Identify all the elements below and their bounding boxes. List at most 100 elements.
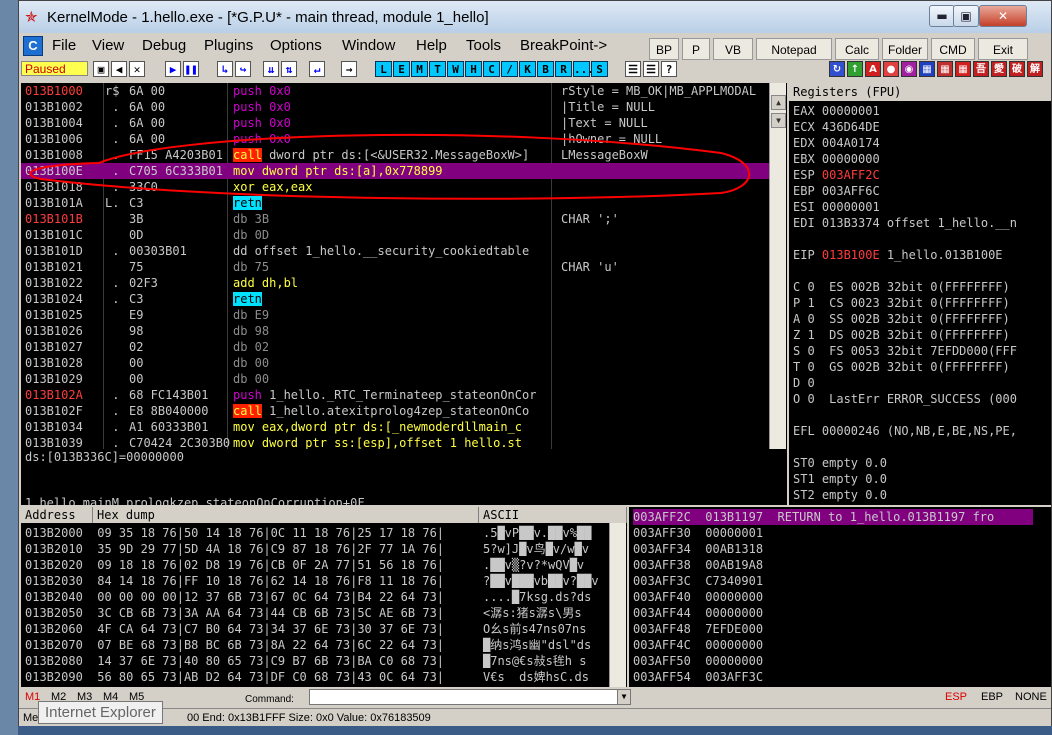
menu-tools[interactable]: Tools bbox=[466, 37, 501, 54]
register-line[interactable]: D 0 bbox=[793, 375, 815, 391]
dump-address-header[interactable]: Address bbox=[21, 507, 93, 523]
plugin-icon[interactable]: ↑ bbox=[847, 61, 863, 77]
register-line[interactable]: A 0 SS 002B 32bit 0(FFFFFFFF) bbox=[793, 311, 1010, 327]
menu-plugins[interactable]: Plugins bbox=[204, 37, 253, 54]
table-icon[interactable]: ▦ bbox=[955, 61, 971, 77]
register-line[interactable]: S 0 FS 0053 32bit 7EFDD000(FFF bbox=[793, 343, 1017, 359]
char-icon-3[interactable]: 破 bbox=[1009, 61, 1025, 77]
record-icon[interactable]: ● bbox=[883, 61, 899, 77]
scroll-up-icon[interactable]: ▲ bbox=[771, 95, 786, 110]
run-icon[interactable]: ▶ bbox=[165, 61, 181, 77]
dump-row[interactable]: 013B2030 84 14 18 76|FF 10 18 76|62 14 1… bbox=[25, 573, 444, 589]
register-line[interactable]: EFL 00000246 (NO,NB,E,BE,NS,PE, bbox=[793, 423, 1017, 439]
menu-window[interactable]: Window bbox=[342, 37, 395, 54]
register-line[interactable]: EAX 00000001 bbox=[793, 103, 880, 119]
executable-modules-icon[interactable]: E bbox=[393, 61, 410, 77]
stack-row[interactable]: 003AFF54 003AFF3C bbox=[633, 669, 1033, 685]
disassembly-scrollbar[interactable]: ▲ ▼ bbox=[769, 83, 786, 449]
registers-pane[interactable]: Registers (FPU) EAX 00000001 ECX 436D64DE… bbox=[789, 83, 1051, 505]
stack-row[interactable]: 003AFF38 00AB19A8 bbox=[633, 557, 1033, 573]
handles-icon[interactable]: H bbox=[465, 61, 482, 77]
refresh-icon[interactable]: ↻ bbox=[829, 61, 845, 77]
dump-row[interactable]: 013B2060 4F CA 64 73|C7 B0 64 73|34 37 6… bbox=[25, 621, 444, 637]
cmd-button[interactable]: CMD bbox=[931, 38, 975, 60]
register-line[interactable]: ESP 003AFF2C bbox=[793, 167, 880, 183]
char-icon-2[interactable]: 愛 bbox=[991, 61, 1007, 77]
step-over-icon[interactable]: ↪ bbox=[235, 61, 251, 77]
open-icon[interactable]: ▣ bbox=[93, 61, 109, 77]
source-icon[interactable]: S bbox=[591, 61, 608, 77]
list-icon[interactable]: ☰ bbox=[625, 61, 641, 77]
log-window-icon[interactable]: L bbox=[375, 61, 392, 77]
memory-map-icon[interactable]: M bbox=[411, 61, 428, 77]
register-line[interactable]: C 0 ES 002B 32bit 0(FFFFFFFF) bbox=[793, 279, 1010, 295]
menu-breakpoint[interactable]: BreakPoint-> bbox=[520, 37, 607, 54]
register-line[interactable]: O 0 LastErr ERROR_SUCCESS (000 bbox=[793, 391, 1017, 407]
stack-row[interactable]: 003AFF3C C7340901 bbox=[633, 573, 1033, 589]
register-line[interactable]: ESI 00000001 bbox=[793, 199, 880, 215]
c-icon[interactable]: C bbox=[23, 36, 43, 56]
dump-row[interactable]: 013B2070 07 BE 68 73|B8 BC 6B 73|8A 22 6… bbox=[25, 637, 444, 653]
stack-row[interactable]: 003AFF4C 00000000 bbox=[633, 637, 1033, 653]
register-line[interactable]: EDI 013B3374 offset 1_hello.__n bbox=[793, 215, 1017, 231]
references-icon[interactable]: R bbox=[555, 61, 572, 77]
hex-dump-pane[interactable]: Address Hex dump ASCII 013B2000 09 35 18… bbox=[21, 507, 627, 687]
step-into-icon[interactable]: ↳ bbox=[217, 61, 233, 77]
maximize-button[interactable]: ▣ bbox=[953, 5, 979, 27]
trace-over-icon[interactable]: ⇅ bbox=[281, 61, 297, 77]
dump-ascii-header[interactable]: ASCII bbox=[479, 507, 627, 523]
exit-button[interactable]: Exit bbox=[978, 38, 1028, 60]
cpu-icon[interactable]: C bbox=[483, 61, 500, 77]
command-input[interactable] bbox=[309, 689, 627, 705]
char-icon-1[interactable]: 吾 bbox=[973, 61, 989, 77]
dump-row[interactable]: 013B2080 14 37 6E 73|40 80 65 73|C9 B7 6… bbox=[25, 653, 444, 669]
windows-icon[interactable]: W bbox=[447, 61, 464, 77]
stack-row[interactable]: 003AFF44 00000000 bbox=[633, 605, 1033, 621]
notepad-button[interactable]: Notepad bbox=[756, 38, 832, 60]
register-line[interactable]: ST0 empty 0.0 bbox=[793, 455, 887, 471]
menu-file[interactable]: File bbox=[52, 37, 76, 54]
stack-pane[interactable]: 003AFF2C 013B1197 RETURN to 1_hello.013B… bbox=[629, 507, 1051, 687]
register-line[interactable]: T 0 GS 002B 32bit 0(FFFFFFFF) bbox=[793, 359, 1010, 375]
dump-row[interactable]: 013B2050 3C CB 6B 73|3A AA 64 73|44 CB 6… bbox=[25, 605, 444, 621]
vb-button[interactable]: VB bbox=[713, 38, 753, 60]
register-line[interactable]: ST3 empty 0.0 bbox=[793, 503, 887, 505]
disassembly-pane[interactable]: 013B1000 r$ 6A 00 push 0x0 rStyle = MB_OK|MB… bbox=[21, 83, 787, 449]
rewind-icon[interactable]: ◀ bbox=[111, 61, 127, 77]
patches-icon[interactable]: / bbox=[501, 61, 518, 77]
register-line[interactable]: EBX 00000000 bbox=[793, 151, 880, 167]
dump-row[interactable]: 013B2000 09 35 18 76|50 14 18 76|0C 11 1… bbox=[25, 525, 444, 541]
dump-scrollbar[interactable] bbox=[609, 523, 626, 687]
dump-row[interactable]: 013B2090 56 80 65 73|AB D2 64 73|DF C0 6… bbox=[25, 669, 444, 685]
goto-icon[interactable]: → bbox=[341, 61, 357, 77]
grid-icon[interactable]: ▦ bbox=[919, 61, 935, 77]
folder-button[interactable]: Folder bbox=[882, 38, 928, 60]
menu-debug[interactable]: Debug bbox=[142, 37, 186, 54]
ebp-toggle[interactable]: EBP bbox=[981, 691, 1003, 703]
esp-toggle[interactable]: ESP bbox=[945, 691, 967, 703]
none-toggle[interactable]: NONE bbox=[1015, 691, 1047, 703]
target-icon[interactable]: ◉ bbox=[901, 61, 917, 77]
register-line[interactable]: EBP 003AFF6C bbox=[793, 183, 880, 199]
menu-help[interactable]: Help bbox=[416, 37, 447, 54]
bp-button[interactable]: BP bbox=[649, 38, 679, 60]
run-trace-icon[interactable]: ... bbox=[573, 61, 594, 77]
help-icon[interactable]: ? bbox=[661, 61, 677, 77]
char-icon-4[interactable]: 解 bbox=[1027, 61, 1043, 77]
stack-row[interactable]: 003AFF34 00AB1318 bbox=[633, 541, 1033, 557]
register-line[interactable]: EIP 013B100E 1_hello.013B100E bbox=[793, 247, 1003, 263]
register-line[interactable]: ST1 empty 0.0 bbox=[793, 471, 887, 487]
dump-hex-header[interactable]: Hex dump bbox=[93, 507, 479, 523]
calc-icon[interactable]: ▦ bbox=[937, 61, 953, 77]
minimize-button[interactable]: ▬ bbox=[929, 5, 955, 27]
stack-row[interactable]: 003AFF40 00000000 bbox=[633, 589, 1033, 605]
close-button[interactable]: ✕ bbox=[979, 5, 1027, 27]
menu-options[interactable]: Options bbox=[270, 37, 322, 54]
dump-row[interactable]: 013B2040 00 00 00 00|12 37 6B 73|67 0C 6… bbox=[25, 589, 444, 605]
command-dropdown-icon[interactable]: ▼ bbox=[617, 689, 631, 705]
a-icon[interactable]: A bbox=[865, 61, 881, 77]
calc-button[interactable]: Calc bbox=[835, 38, 879, 60]
scroll-down-icon[interactable]: ▼ bbox=[771, 113, 786, 128]
call-stack-icon[interactable]: K bbox=[519, 61, 536, 77]
dump-row[interactable]: 013B2020 09 18 18 76|02 D8 19 76|CB 0F 2… bbox=[25, 557, 444, 573]
